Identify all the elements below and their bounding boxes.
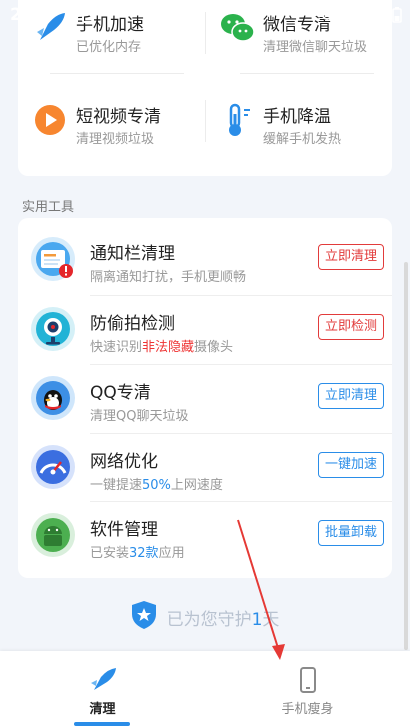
tab-phone-slim[interactable]: 手机瘦身 bbox=[205, 651, 410, 728]
status-time: 2:28 bbox=[10, 5, 53, 25]
wifi-icon bbox=[346, 8, 364, 22]
speedometer-icon bbox=[30, 444, 76, 490]
camera-detect-icon bbox=[30, 306, 76, 352]
detect-now-button[interactable]: 立即检测 bbox=[317, 314, 384, 340]
notification-clean-icon bbox=[30, 236, 76, 282]
android-icon bbox=[30, 512, 76, 558]
phone-icon bbox=[293, 665, 323, 695]
play-icon bbox=[32, 102, 68, 138]
thermometer-icon bbox=[219, 102, 255, 138]
list-item-notification-clean[interactable]: 通知栏清理 隔离通知打扰，手机更顺畅 立即清理 bbox=[18, 226, 392, 294]
bottom-nav: 清理 手机瘦身 bbox=[0, 651, 410, 728]
batch-uninstall-button[interactable]: 批量卸载 bbox=[317, 520, 384, 546]
signal-icon bbox=[370, 8, 386, 22]
scrollbar[interactable] bbox=[404, 262, 408, 650]
section-title-utilities: 实用工具 bbox=[22, 200, 75, 215]
tool-tile-short-video-clean[interactable]: 短视频专清 清理视频垃圾 bbox=[18, 92, 205, 164]
clean-now-button[interactable]: 立即清理 bbox=[317, 383, 384, 409]
active-tab-indicator bbox=[74, 722, 130, 726]
rocket-icon bbox=[88, 665, 118, 695]
list-item-spy-camera-detect[interactable]: 防偷拍检测 快速识别非法隐藏摄像头 立即检测 bbox=[18, 296, 392, 364]
qq-icon bbox=[30, 375, 76, 421]
vpn-key-icon bbox=[322, 9, 340, 21]
tool-tile-phone-cooling[interactable]: 手机降温 缓解手机发热 bbox=[205, 92, 392, 164]
status-bar: 2:28 bbox=[0, 0, 410, 30]
shield-icon bbox=[131, 600, 157, 635]
notification-icon bbox=[62, 7, 76, 23]
utilities-card: 通知栏清理 隔离通知打扰，手机更顺畅 立即清理 防偷拍检测 快速识别非法隐藏摄像… bbox=[18, 218, 392, 578]
speed-up-button[interactable]: 一键加速 bbox=[317, 452, 384, 478]
divider bbox=[240, 73, 374, 74]
sim-icon bbox=[82, 7, 95, 23]
clean-now-button[interactable]: 立即清理 bbox=[317, 244, 384, 270]
list-item-app-manager[interactable]: 软件管理 已安装32款应用 批量卸载 bbox=[18, 502, 392, 570]
battery-icon bbox=[392, 7, 402, 23]
list-item-qq-clean[interactable]: QQ专清 清理QQ聊天垃圾 立即清理 bbox=[18, 365, 392, 433]
list-item-network-optimize[interactable]: 网络优化 一键提速50%上网速度 一键加速 bbox=[18, 434, 392, 502]
tab-clean[interactable]: 清理 bbox=[0, 651, 205, 728]
protection-days-banner: 已为您守护1天 bbox=[0, 600, 410, 635]
divider bbox=[50, 73, 184, 74]
